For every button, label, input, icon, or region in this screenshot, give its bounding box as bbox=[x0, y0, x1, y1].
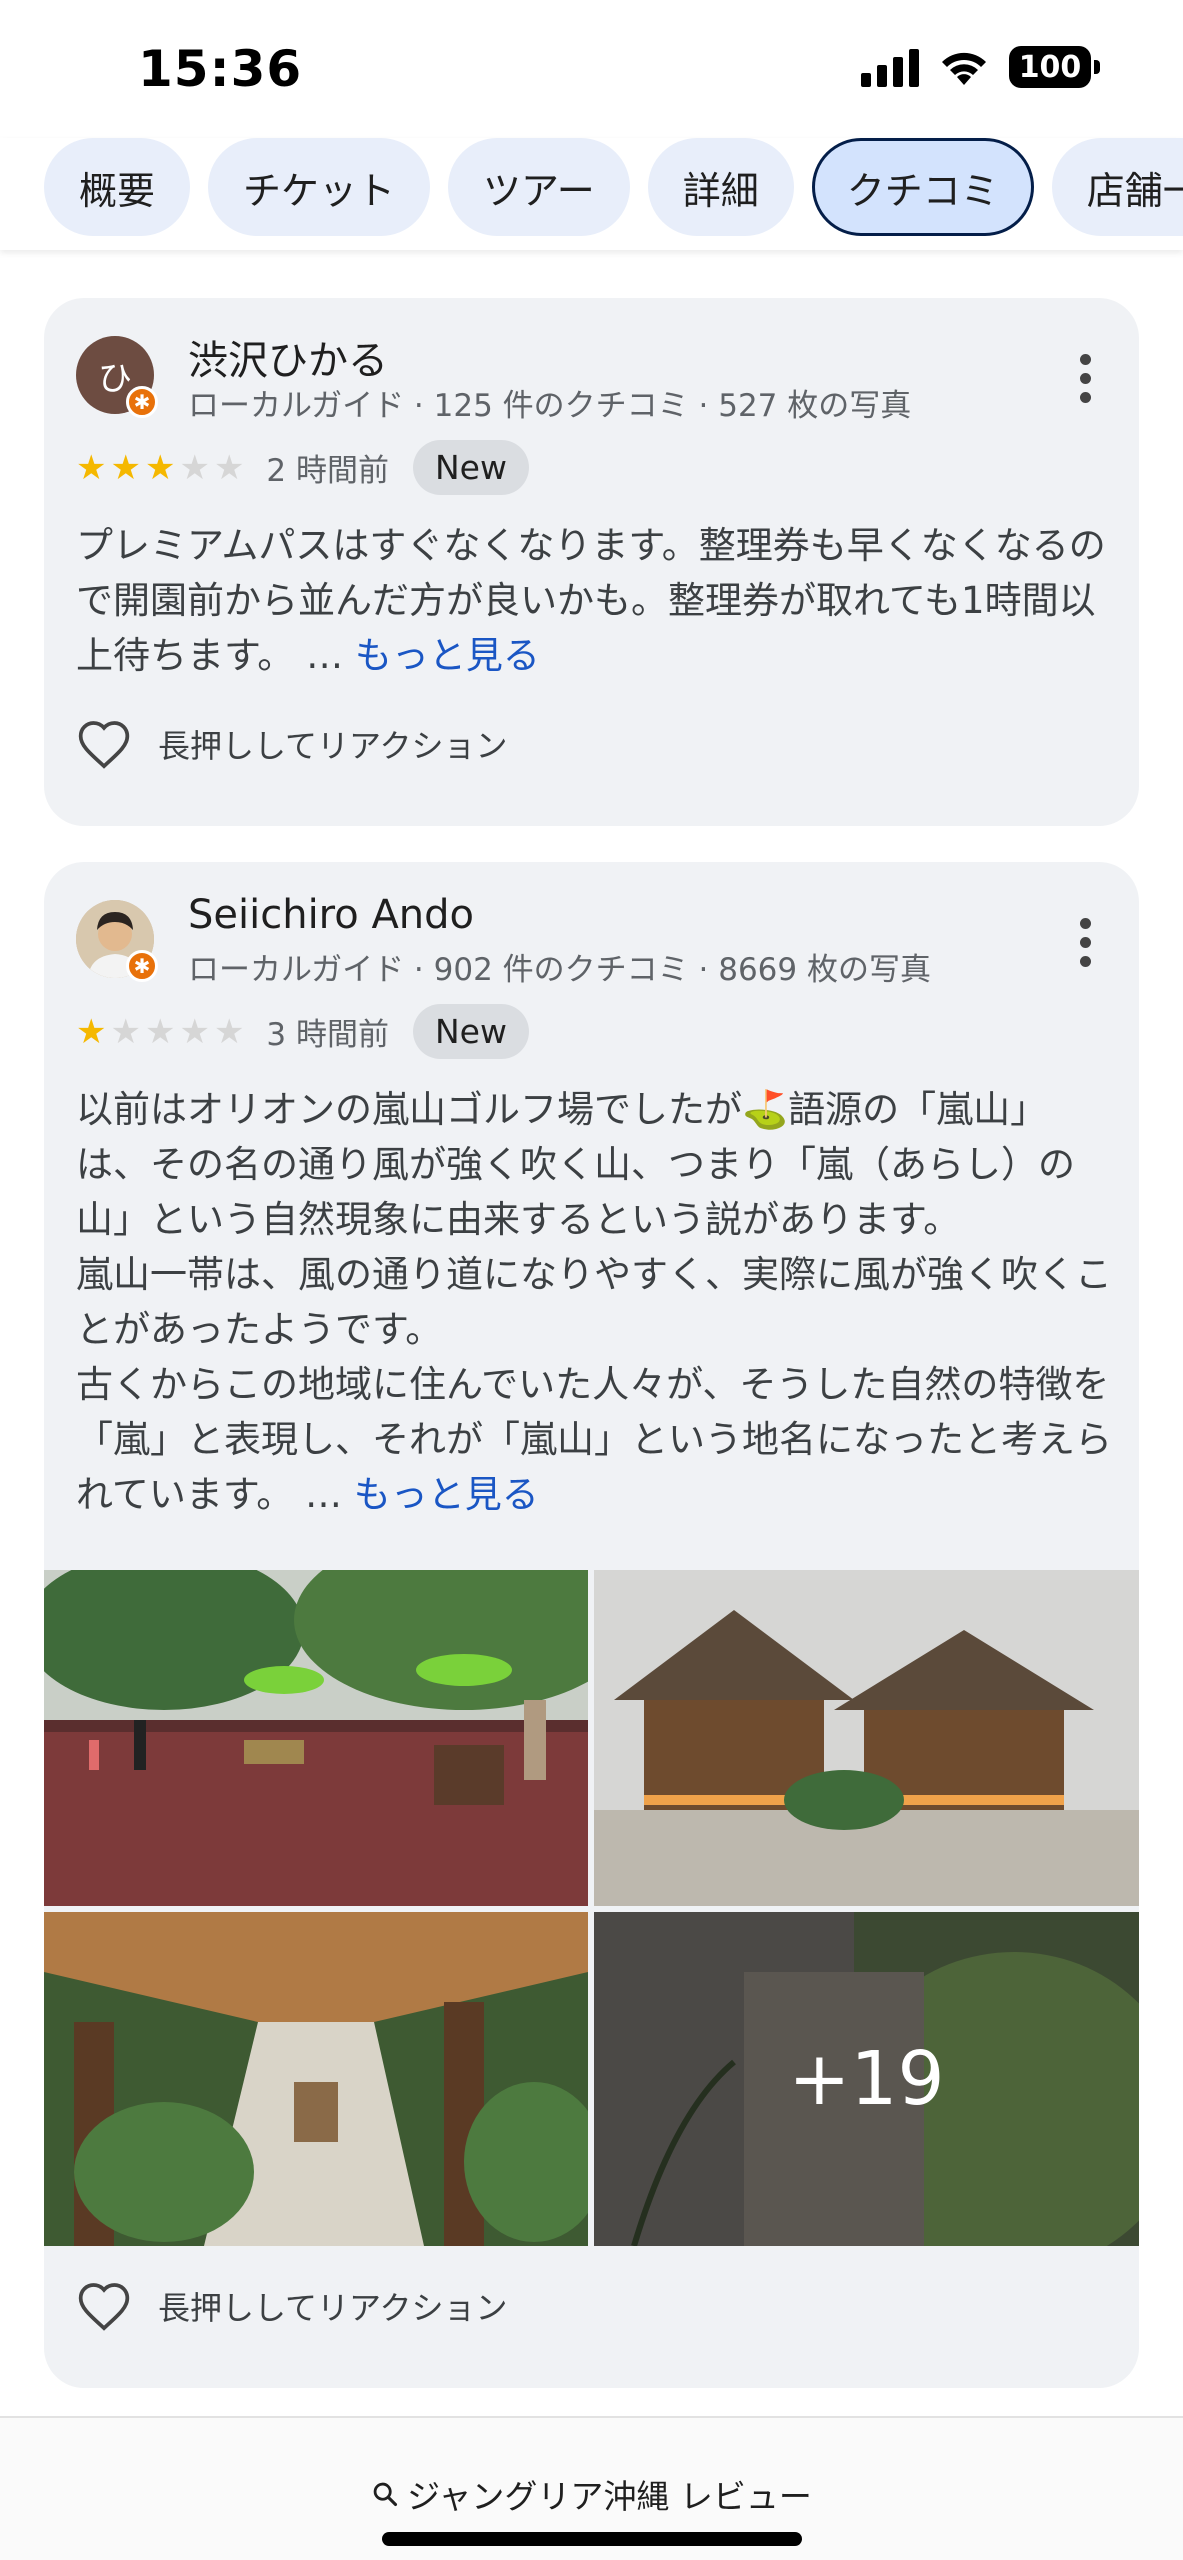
review-paragraph: 以前はオリオンの嵐山ゴルフ場でしたが⛳語源の「嵐山」は、その名の通り風が強く吹く… bbox=[76, 1088, 1075, 1241]
rating-row: ★ ★ ★ ★ ★ 3 時間前 New bbox=[76, 1004, 529, 1059]
reviewer-meta: ローカルガイド · 125 件のクチコミ · 527 枚の写真 bbox=[188, 388, 912, 424]
tab-reviews[interactable]: クチコミ bbox=[811, 138, 1034, 236]
review-card: ひ ✱ 渋沢ひかる ローカルガイド · 125 件のクチコミ · 527 枚の写… bbox=[44, 298, 1139, 826]
bottom-search-bar[interactable]: ジャングリア沖縄 レビュー bbox=[0, 2416, 1183, 2560]
photo-grid: +19 bbox=[44, 1570, 1139, 2246]
review-photo[interactable] bbox=[594, 1570, 1139, 1906]
reaction-label: 長押ししてリアクション bbox=[158, 2289, 508, 2327]
reaction-label: 長押ししてリアクション bbox=[158, 727, 508, 765]
tab-details[interactable]: 詳細 bbox=[647, 138, 794, 236]
reaction-button[interactable]: 長押ししてリアクション bbox=[76, 2280, 507, 2332]
review-card: ✱ Seiichiro Ando ローカルガイド · 902 件のクチコミ · … bbox=[44, 862, 1139, 2388]
photo-more-count: +19 bbox=[594, 1912, 1139, 2246]
ellipsis: … bbox=[306, 634, 344, 677]
tab-tours[interactable]: ツアー bbox=[448, 138, 630, 236]
tab-tickets[interactable]: チケット bbox=[208, 138, 431, 236]
review-text: プレミアムパスはすぐなくなります。整理券も早くなくなるので開園前から並んだ方が良… bbox=[76, 518, 1116, 683]
reviewer-meta: ローカルガイド · 902 件のクチコミ · 8669 枚の写真 bbox=[188, 952, 931, 988]
new-badge: New bbox=[413, 440, 529, 495]
search-icon bbox=[373, 2482, 398, 2507]
star-icon: ★ bbox=[213, 1011, 245, 1052]
review-time: 2 時間前 bbox=[266, 453, 389, 489]
wifi-icon bbox=[942, 52, 986, 85]
reviewer-name[interactable]: 渋沢ひかる bbox=[188, 328, 388, 386]
rating-row: ★ ★ ★ ★ ★ 2 時間前 New bbox=[76, 440, 529, 495]
reviewer-name[interactable]: Seiichiro Ando bbox=[188, 892, 474, 938]
status-icons: 100 bbox=[861, 46, 1100, 88]
battery-icon: 100 bbox=[1009, 46, 1100, 88]
avatar[interactable]: ✱ bbox=[76, 900, 158, 982]
more-vert-icon[interactable] bbox=[1075, 918, 1095, 967]
star-icon: ★ bbox=[179, 1011, 210, 1052]
star-icon: ★ bbox=[144, 447, 176, 488]
review-photo-more[interactable]: +19 bbox=[594, 1912, 1139, 2246]
star-icon: ★ bbox=[144, 1011, 176, 1052]
signal-icon bbox=[861, 47, 919, 87]
search-query-text: ジャングリア沖縄 レビュー bbox=[407, 2477, 812, 2516]
search-query[interactable]: ジャングリア沖縄 レビュー bbox=[0, 2470, 1183, 2518]
status-bar: 15:36 100 bbox=[0, 0, 1183, 140]
star-rating: ★ ★ ★ ★ ★ bbox=[76, 451, 244, 485]
review-text: 以前はオリオンの嵐山ゴルフ場でしたが⛳語源の「嵐山」は、その名の通り風が強く吹く… bbox=[76, 1082, 1116, 1522]
review-paragraph: 嵐山一帯は、風の通り道になりやすく、実際に風が強く吹くことがあったようです。 bbox=[76, 1253, 1112, 1351]
review-body: プレミアムパスはすぐなくなります。整理券も早くなくなるので開園前から並んだ方が良… bbox=[76, 524, 1106, 677]
local-guide-badge-icon: ✱ bbox=[126, 386, 158, 418]
local-guide-badge-icon: ✱ bbox=[126, 950, 158, 982]
star-icon: ★ bbox=[76, 447, 107, 488]
home-indicator bbox=[382, 2532, 802, 2546]
star-icon: ★ bbox=[213, 447, 245, 488]
new-badge: New bbox=[413, 1004, 529, 1059]
more-vert-icon[interactable] bbox=[1075, 354, 1095, 403]
star-icon: ★ bbox=[76, 1011, 107, 1052]
review-time: 3 時間前 bbox=[266, 1017, 389, 1053]
star-rating: ★ ★ ★ ★ ★ bbox=[76, 1015, 244, 1049]
star-icon: ★ bbox=[110, 1011, 141, 1052]
heart-outline-icon bbox=[78, 2283, 130, 2331]
reaction-button[interactable]: 長押ししてリアクション bbox=[76, 718, 507, 770]
ellipsis: … bbox=[304, 1473, 342, 1516]
heart-outline-icon bbox=[78, 721, 130, 769]
status-time: 15:36 bbox=[138, 40, 303, 98]
read-more-link[interactable]: もっと見る bbox=[355, 634, 540, 677]
tab-shops[interactable]: 店舗一 bbox=[1051, 138, 1183, 236]
tab-bar: 概要 チケット ツアー 詳細 クチコミ 店舗一 bbox=[0, 138, 1183, 250]
star-icon: ★ bbox=[179, 447, 210, 488]
tab-overview[interactable]: 概要 bbox=[44, 138, 191, 236]
review-paragraph: 古くからこの地域に住んでいた人々が、そうした自然の特徴を「嵐」と表現し、それが「… bbox=[76, 1363, 1112, 1516]
battery-level: 100 bbox=[1018, 49, 1082, 85]
avatar[interactable]: ひ ✱ bbox=[76, 336, 158, 418]
read-more-link[interactable]: もっと見る bbox=[354, 1473, 539, 1516]
star-icon: ★ bbox=[110, 447, 141, 488]
review-photo[interactable] bbox=[44, 1570, 588, 1906]
review-photo[interactable] bbox=[44, 1912, 588, 2246]
